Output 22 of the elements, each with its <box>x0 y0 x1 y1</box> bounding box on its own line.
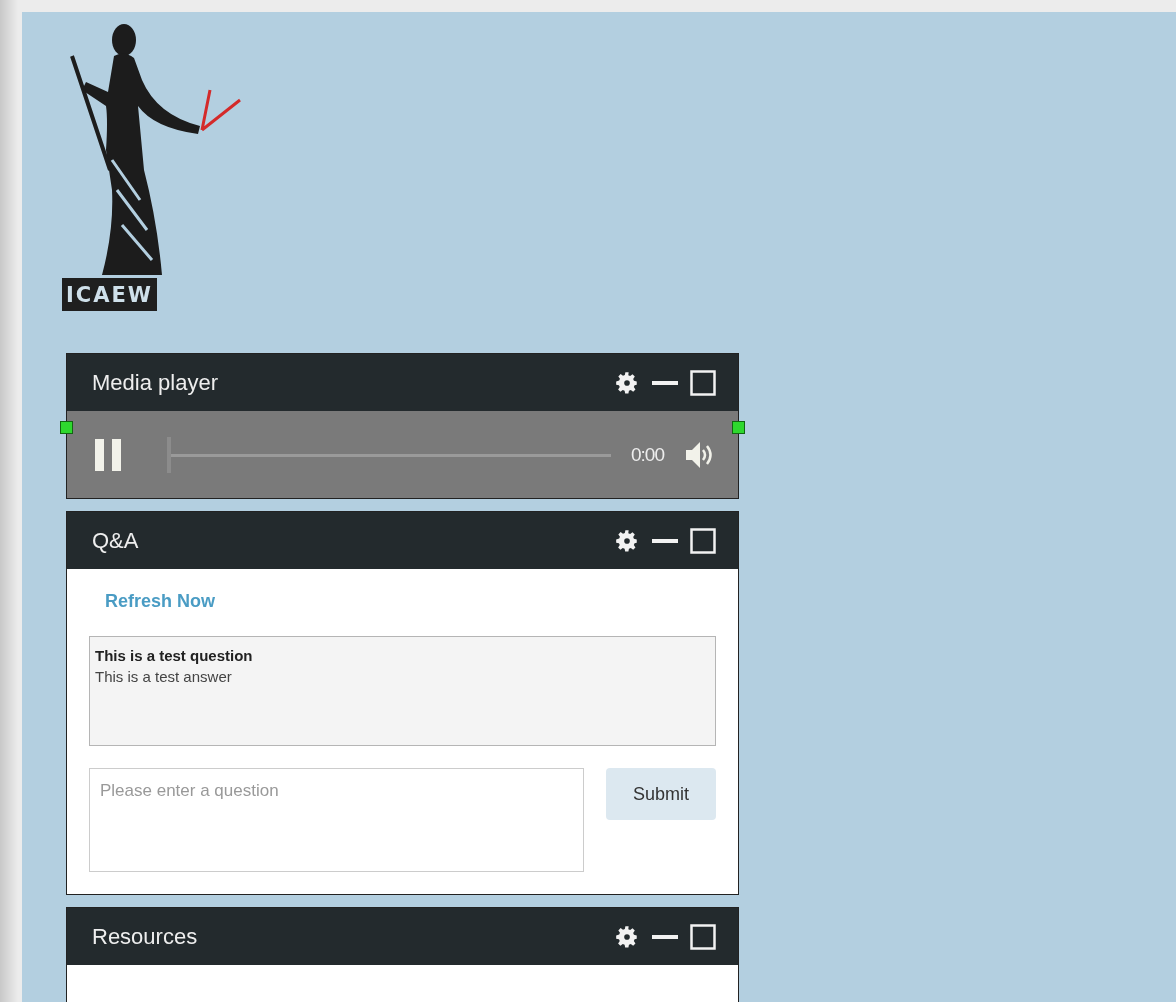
seek-track[interactable] <box>167 436 611 473</box>
panel-title: Q&A <box>92 527 140 554</box>
logo-wordmark: ICAEW <box>62 278 157 311</box>
pause-icon[interactable] <box>95 438 121 471</box>
minimize-icon[interactable] <box>652 538 678 543</box>
panel-title: Resources <box>92 923 199 950</box>
settings-icon[interactable] <box>614 923 640 950</box>
settings-icon[interactable] <box>614 527 640 554</box>
maximize-icon[interactable] <box>690 527 716 554</box>
minimize-icon[interactable] <box>652 934 678 939</box>
resize-handle[interactable] <box>60 421 73 434</box>
answer-text: This is a test answer <box>95 668 233 685</box>
resize-handle[interactable] <box>732 421 745 434</box>
time-readout: 0:00 <box>631 443 664 466</box>
question-input[interactable]: Please enter a question <box>89 768 585 872</box>
maximize-icon[interactable] <box>690 923 716 950</box>
submit-button[interactable]: Submit <box>606 768 716 820</box>
settings-icon[interactable] <box>614 369 640 396</box>
panel-title: Media player <box>92 369 219 396</box>
question-text: This is a test question <box>95 647 254 664</box>
maximize-icon[interactable] <box>690 369 716 396</box>
minimize-icon[interactable] <box>652 380 678 385</box>
